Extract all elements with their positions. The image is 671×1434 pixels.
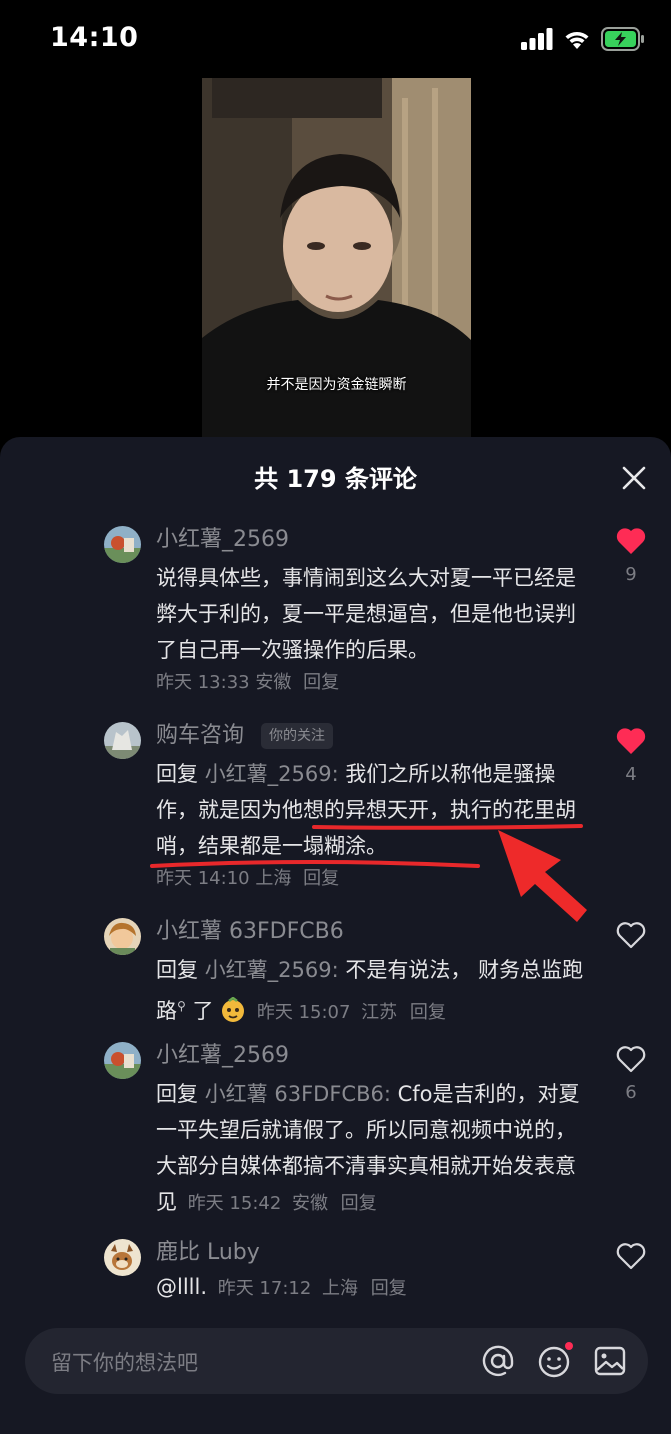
- like-count: 9: [625, 564, 637, 585]
- comment-text: 回复 小红薯_2569: 不是有说法， 财务总监跑路⚲ 了 昨天 15:07 江…: [156, 958, 584, 1023]
- reply-button[interactable]: 回复: [303, 672, 339, 693]
- status-time: 14:10: [50, 22, 139, 53]
- image-icon[interactable]: [591, 1342, 629, 1380]
- avatar-image: [104, 918, 141, 955]
- following-badge: 你的关注: [261, 723, 334, 749]
- comment-time: 昨天 14:10: [156, 868, 250, 889]
- comment-text: 回复 小红薯_2569: 我们之所以称他是骚操作，就是因为他想的异想天开，执行的…: [156, 762, 576, 858]
- heart-filled-icon: [616, 728, 646, 754]
- emoji-sticker-icon: [222, 996, 245, 1022]
- reply-prefix: 回复: [156, 958, 198, 982]
- comment-location: 江苏: [361, 1002, 398, 1023]
- avatar-image: [104, 722, 141, 759]
- comment-text: 说得具体些，事情闹到这么大对夏一平已经是弊大于利的，夏一平是想逼宫，但是他也误判…: [156, 566, 576, 662]
- avatar[interactable]: [104, 1042, 141, 1079]
- avatar-image: [104, 1042, 141, 1079]
- comment-time: 昨天 17:12: [217, 1278, 312, 1299]
- like-count: 6: [625, 1082, 637, 1103]
- comment-username[interactable]: 鹿比 Luby: [156, 1239, 586, 1267]
- battery-charging-icon: [601, 27, 644, 51]
- comment-location: 安徽: [255, 672, 292, 693]
- comment-username[interactable]: 小红薯_2569: [156, 526, 586, 554]
- close-icon[interactable]: [617, 461, 651, 495]
- video-player[interactable]: 并不是因为资金链瞬断: [202, 78, 471, 440]
- status-bar: 14:10: [0, 0, 671, 78]
- heart-outline-icon: [616, 1243, 646, 1270]
- avatar[interactable]: [104, 526, 141, 563]
- like-button[interactable]: 9: [613, 526, 649, 585]
- reply-target-username[interactable]: 小红薯_2569: [205, 762, 332, 786]
- reply-button[interactable]: 回复: [371, 1278, 407, 1299]
- comment-location: 安徽: [291, 1193, 328, 1214]
- signal-icon: [521, 28, 553, 50]
- avatar[interactable]: [104, 722, 141, 759]
- comment-username[interactable]: 小红薯 63FDFCB6: [156, 918, 586, 946]
- comment-input[interactable]: 留下你的想法吧: [25, 1328, 648, 1394]
- avatar[interactable]: [104, 918, 141, 955]
- like-button[interactable]: [613, 1241, 649, 1275]
- comment-text: 回复 小红薯 63FDFCB6: Cfo是吉利的，对夏一平失望后就请假了。所以同…: [156, 1082, 580, 1214]
- reply-target-username[interactable]: 小红薯_2569: [205, 958, 332, 982]
- emoji-icon[interactable]: [535, 1342, 573, 1380]
- comment-username[interactable]: 购车咨询 你的关注: [156, 722, 586, 750]
- reply-prefix: 回复: [156, 1082, 198, 1106]
- video-subtitle: 并不是因为资金链瞬断: [266, 377, 407, 393]
- comment-body: @llll.: [156, 1275, 208, 1299]
- reply-prefix: 回复: [156, 762, 198, 786]
- avatar-image: [104, 1239, 141, 1276]
- comments-count-title: 共 179 条评论: [254, 465, 417, 493]
- comment-input-placeholder: 留下你的想法吧: [51, 1351, 198, 1375]
- reply-button[interactable]: 回复: [303, 868, 339, 889]
- comment-username[interactable]: 小红薯_2569: [156, 1042, 586, 1070]
- comment-location: 上海: [322, 1278, 358, 1299]
- reply-button[interactable]: 回复: [341, 1193, 377, 1214]
- like-count: 4: [625, 764, 637, 785]
- comment-username-text: 购车咨询: [156, 723, 245, 748]
- search-mini-icon: ⚲: [177, 999, 186, 1013]
- comment-time: 昨天 15:07: [256, 1002, 351, 1023]
- comment-text: @llll. 昨天 17:12 上海 回复: [156, 1269, 586, 1307]
- comment-time: 昨天 13:33: [156, 672, 250, 693]
- avatar-image: [104, 526, 141, 563]
- heart-outline-icon: [616, 1046, 646, 1073]
- video-area[interactable]: 并不是因为资金链瞬断: [0, 78, 671, 440]
- comment-location: 上海: [255, 868, 292, 889]
- wifi-icon: [565, 32, 589, 49]
- reply-target-username[interactable]: 小红薯 63FDFCB6: [205, 1082, 384, 1106]
- like-button[interactable]: 4: [613, 726, 649, 785]
- heart-outline-icon: [616, 922, 646, 949]
- comment-body-suffix: 了: [192, 999, 214, 1023]
- comment-meta: 昨天 13:33 安徽 回复: [156, 670, 586, 696]
- reply-button[interactable]: 回复: [410, 1002, 446, 1023]
- comment-meta: 昨天 14:10 上海 回复: [156, 866, 586, 892]
- comment-time: 昨天 15:42: [187, 1193, 282, 1214]
- like-button[interactable]: [613, 920, 649, 954]
- at-icon[interactable]: [479, 1342, 517, 1380]
- like-button[interactable]: 6: [613, 1044, 649, 1103]
- avatar[interactable]: [104, 1239, 141, 1276]
- heart-filled-icon: [616, 528, 646, 554]
- status-icons: [521, 26, 645, 52]
